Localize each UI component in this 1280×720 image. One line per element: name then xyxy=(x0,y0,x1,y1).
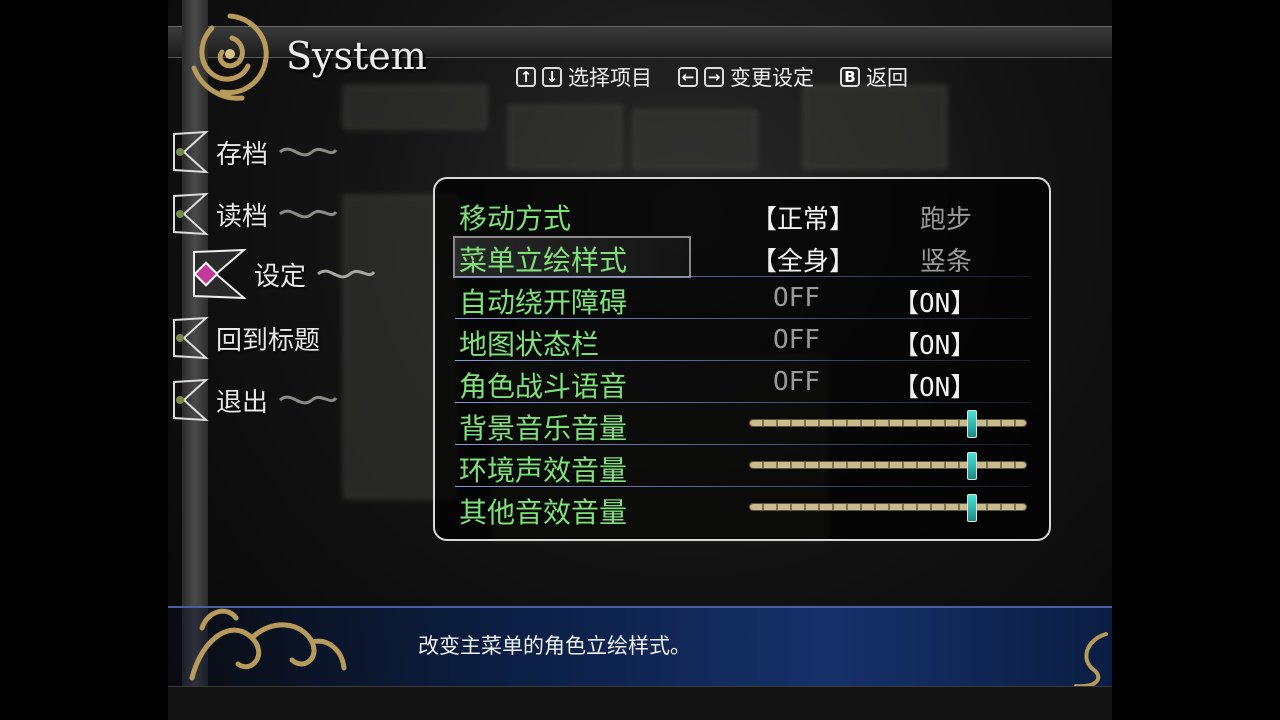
setting-label: 环境声效音量 xyxy=(459,454,628,487)
option-normal[interactable]: 【正常】 xyxy=(751,199,855,236)
menu-flourish-icon xyxy=(279,147,338,157)
b-button-key-icon: B xyxy=(840,67,860,87)
menu-item-label: 退出 xyxy=(216,387,269,418)
menu-marker-icon xyxy=(173,130,209,174)
menu-flourish-icon xyxy=(317,269,376,279)
change-hint-label: 变更设定 xyxy=(730,66,814,90)
ornament-corner-icon xyxy=(189,608,347,681)
option-vertical-bar[interactable]: 竖条 xyxy=(920,241,972,278)
menu-marker-icon xyxy=(173,316,209,360)
slider-knob[interactable] xyxy=(966,494,977,522)
sfx-volume-slider[interactable] xyxy=(750,494,1026,522)
ornament-logo-icon xyxy=(191,13,269,101)
option-on[interactable]: 【ON】 xyxy=(893,367,976,404)
menu-item-save[interactable]: 存档 xyxy=(170,130,374,174)
setting-label: 菜单立绘样式 xyxy=(459,244,628,277)
game-screen: System ↑ ↓ 选择项目 ← → 变更设定 B 返回 存档 读档 设定 回… xyxy=(168,0,1112,720)
menu-item-label: 读档 xyxy=(216,201,269,232)
setting-row-movement[interactable]: 移动方式 【正常】 跑步 xyxy=(455,195,1015,235)
select-hint-label: 选择项目 xyxy=(568,66,652,90)
option-run[interactable]: 跑步 xyxy=(920,199,972,236)
slider-knob[interactable] xyxy=(966,452,977,480)
footer-band xyxy=(168,686,1112,720)
setting-label: 背景音乐音量 xyxy=(459,412,628,445)
menu-item-return-title[interactable]: 回到标题 xyxy=(170,316,374,360)
menu-item-exit[interactable]: 退出 xyxy=(170,378,374,422)
option-full-body[interactable]: 【全身】 xyxy=(751,241,855,278)
slider-knob[interactable] xyxy=(966,410,977,438)
setting-label: 其他音效音量 xyxy=(459,496,628,529)
option-off[interactable]: OFF xyxy=(773,325,820,355)
left-arrow-key-icon: ← xyxy=(678,67,698,87)
bgm-volume-slider[interactable] xyxy=(750,410,1026,438)
option-off[interactable]: OFF xyxy=(773,367,820,397)
setting-label: 自动绕开障碍 xyxy=(459,286,628,319)
down-arrow-key-icon: ↓ xyxy=(542,67,562,87)
setting-row-map-status[interactable]: 地图状态栏 OFF 【ON】 xyxy=(455,321,1030,362)
menu-item-label: 存档 xyxy=(216,139,269,170)
setting-row-portrait-style[interactable]: 菜单立绘样式 【全身】 竖条 xyxy=(453,236,1030,278)
option-on[interactable]: 【ON】 xyxy=(893,325,976,362)
slider-track xyxy=(750,504,1026,510)
option-off[interactable]: OFF xyxy=(773,283,820,313)
slider-track xyxy=(750,420,1026,426)
control-hints: ↑ ↓ 选择项目 ← → 变更设定 B 返回 xyxy=(516,62,908,92)
menu-item-label: 回到标题 xyxy=(216,325,321,356)
settings-panel: 移动方式 【正常】 跑步 菜单立绘样式 【全身】 竖条 自动绕开障碍 OFF 【… xyxy=(433,177,1051,541)
setting-row-bgm-volume[interactable]: 背景音乐音量 xyxy=(455,405,1030,445)
setting-label: 地图状态栏 xyxy=(459,328,600,361)
ambient-volume-slider[interactable] xyxy=(750,452,1026,480)
menu-marker-icon xyxy=(173,192,209,236)
menu-marker-icon xyxy=(173,378,209,422)
menu-cursor-icon xyxy=(193,248,247,300)
setting-label: 移动方式 xyxy=(459,202,572,235)
menu-item-settings[interactable]: 设定 xyxy=(190,248,394,300)
description-text: 改变主菜单的角色立绘样式。 xyxy=(418,634,691,658)
page-title: System xyxy=(286,34,427,78)
back-hint-label: 返回 xyxy=(866,66,908,90)
option-on[interactable]: 【ON】 xyxy=(893,283,976,320)
right-arrow-key-icon: → xyxy=(704,67,724,87)
up-arrow-key-icon: ↑ xyxy=(516,67,536,87)
slider-track xyxy=(750,462,1026,468)
setting-row-other-sfx-volume[interactable]: 其他音效音量 xyxy=(455,489,1026,529)
setting-row-battle-voice[interactable]: 角色战斗语音 OFF 【ON】 xyxy=(455,363,1030,404)
menu-flourish-icon xyxy=(279,395,338,405)
menu-item-load[interactable]: 读档 xyxy=(170,192,374,236)
setting-row-auto-avoid[interactable]: 自动绕开障碍 OFF 【ON】 xyxy=(455,279,1030,320)
ornament-corner-icon xyxy=(1074,632,1108,689)
setting-row-ambient-volume[interactable]: 环境声效音量 xyxy=(455,447,1030,487)
menu-flourish-icon xyxy=(279,209,338,219)
menu-item-label: 设定 xyxy=(254,261,307,292)
setting-label: 角色战斗语音 xyxy=(459,370,628,403)
